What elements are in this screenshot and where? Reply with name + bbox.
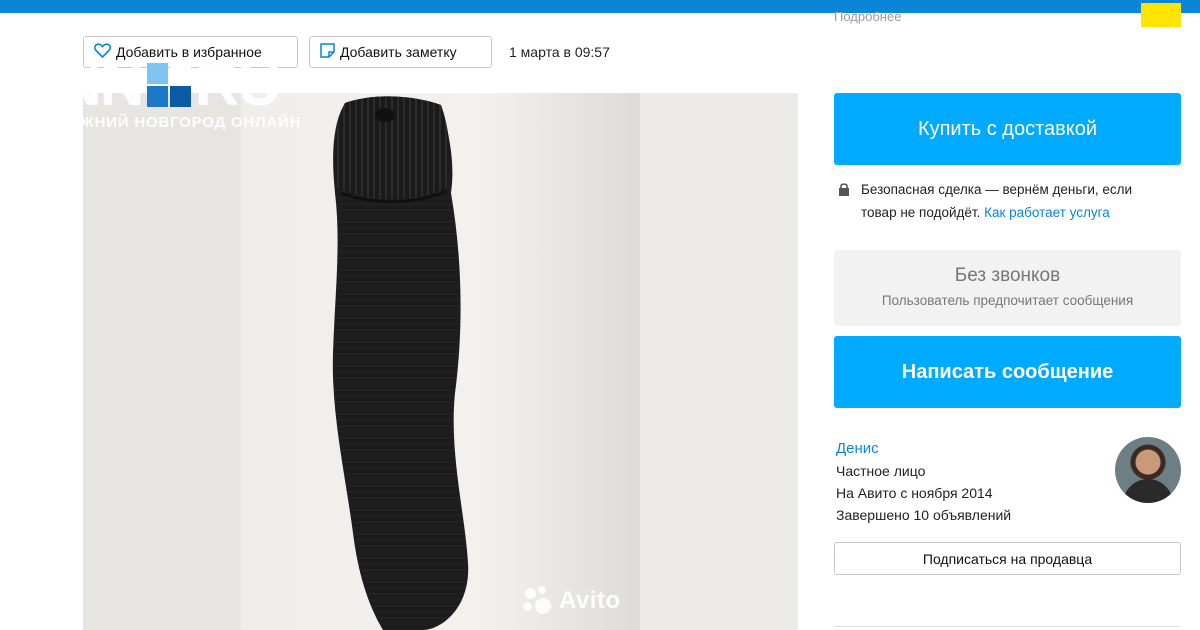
seller-avatar[interactable] (1115, 437, 1181, 503)
listing-date: 1 марта в 09:57 (509, 44, 610, 60)
sock-image (332, 96, 469, 630)
logo-nn-text: NN (57, 50, 145, 119)
seller-completed: Завершено 10 объявлений (836, 507, 1012, 523)
seller-info: Денис Частное лицо На Авито с ноября 201… (836, 438, 1011, 526)
no-calls-subtitle: Пользователь предпочитает сообщения (881, 293, 1134, 308)
yellow-action-button[interactable] (1141, 3, 1181, 27)
no-calls-title: Без звонков (954, 265, 1061, 286)
nn-logo-icon (146, 63, 191, 107)
listing-photo[interactable]: Avito (83, 93, 798, 630)
safe-deal-text-2: товар не подойдёт. (861, 205, 981, 220)
seller-type: Частное лицо (836, 463, 926, 479)
how-it-works-link[interactable]: Как работает услуга (984, 205, 1110, 220)
divider (834, 626, 1181, 627)
no-calls-panel: Без звонков Пользователь предпочитает со… (834, 250, 1181, 326)
buy-with-delivery-button[interactable]: Купить с доставкой (834, 93, 1181, 165)
nn-ru-logo: NN RU НИЖНИЙ НОВГОРОД ОНЛАЙН (57, 50, 302, 132)
write-message-button[interactable]: Написать сообщение (834, 336, 1181, 408)
note-icon (320, 43, 335, 61)
seller-since: На Авито с ноября 2014 (836, 485, 993, 501)
seller-name-link[interactable]: Денис (836, 438, 1011, 460)
logo-subtitle: НИЖНИЙ НОВГОРОД ОНЛАЙН (57, 114, 302, 131)
avito-watermark: Avito (523, 586, 621, 616)
add-note-label: Добавить заметку (340, 44, 457, 60)
avito-watermark-text: Avito (559, 587, 621, 614)
logo-ru-text: RU (194, 50, 283, 119)
safe-deal-text: Безопасная сделка — вернём деньги, если (861, 182, 1133, 197)
subscribe-to-seller-button[interactable]: Подписаться на продавца (834, 542, 1181, 575)
avito-logo-icon (523, 586, 553, 616)
add-note-button[interactable]: Добавить заметку (309, 36, 492, 68)
more-link[interactable]: Подробнее (834, 9, 901, 24)
top-bar (0, 0, 1200, 13)
avatar-body (1123, 479, 1173, 503)
safe-deal-info: Безопасная сделка — вернём деньги, если … (837, 178, 1182, 224)
lock-icon (837, 180, 851, 196)
